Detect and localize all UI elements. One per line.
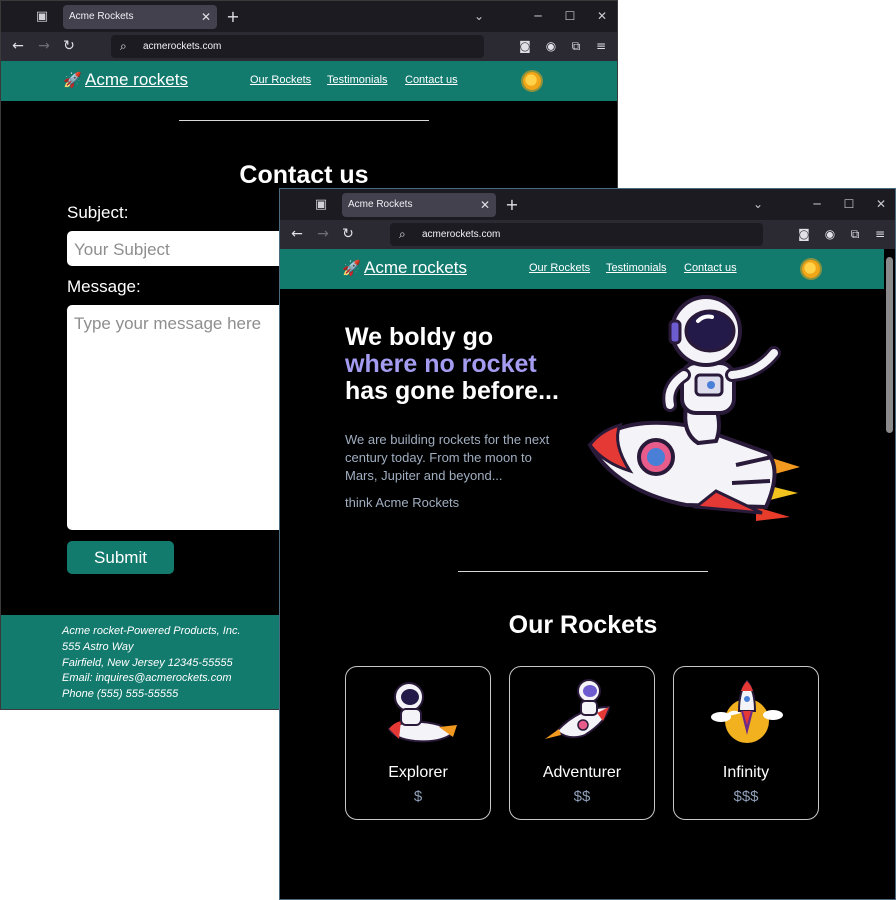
nav-link-our-rockets[interactable]: Our Rockets — [250, 74, 311, 86]
rocket-price: $$ — [573, 788, 591, 805]
close-tab-icon[interactable]: ✕ — [201, 5, 211, 29]
rocket-card-explorer[interactable]: Explorer $ — [345, 666, 491, 820]
footer-street: 555 Astro Way — [62, 641, 134, 653]
tab-overflow-chevron-icon[interactable]: ⌄ — [469, 1, 489, 32]
new-tab-icon[interactable]: + — [504, 193, 520, 217]
logo-text: Acme rockets — [364, 258, 467, 277]
nav-link-testimonials[interactable]: Testimonials — [327, 74, 388, 86]
site-logo-link[interactable]: 🚀 Acme rockets — [63, 70, 188, 90]
extensions-icon[interactable]: ⧉ — [846, 224, 864, 244]
maximize-icon[interactable]: ☐ — [839, 189, 859, 220]
tab-bar: ▣ Acme Rockets ✕ + ⌄ ─ ☐ ✕ — [280, 189, 895, 220]
astronaut-riding-rocket-icon — [387, 682, 457, 743]
nav-link-our-rockets[interactable]: Our Rockets — [529, 262, 590, 274]
menu-icon[interactable]: ≡ — [592, 36, 610, 56]
url-text: acmerockets.com — [143, 41, 222, 52]
url-text: acmerockets.com — [422, 229, 501, 240]
reload-icon[interactable]: ↻ — [338, 224, 358, 244]
browser-tab[interactable]: Acme Rockets ✕ — [342, 193, 496, 217]
tab-overflow-chevron-icon[interactable]: ⌄ — [748, 189, 768, 220]
rocket-name: Infinity — [722, 764, 770, 781]
logo-text: Acme rockets — [85, 70, 188, 89]
footer-company: Acme rocket-Powered Products, Inc. — [62, 625, 241, 637]
theme-toggle-sun-icon[interactable] — [523, 72, 541, 90]
hero-description-line-1: We are building rockets for the next — [345, 432, 550, 447]
browser-window-home: ▣ Acme Rockets ✕ + ⌄ ─ ☐ ✕ ← → ↻ ⌕ acmer… — [279, 188, 896, 900]
hero-heading-line-3: has gone before... — [345, 377, 559, 405]
site-header: 🚀 Acme rockets Our Rockets Testimonials C… — [1, 61, 617, 101]
close-window-icon[interactable]: ✕ — [592, 1, 612, 32]
reload-icon[interactable]: ↻ — [59, 36, 79, 56]
section-divider — [179, 120, 429, 121]
scrollbar-thumb[interactable] — [886, 257, 893, 433]
subject-placeholder: Your Subject — [74, 240, 170, 259]
back-arrow-icon[interactable]: ← — [8, 36, 28, 56]
hero-heading-line-2: where no rocket — [345, 350, 537, 378]
pocket-icon[interactable]: ◙ — [795, 224, 813, 244]
site-header: 🚀 Acme rockets Our Rockets Testimonials C… — [280, 249, 884, 289]
hero-heading-line-1: We boldy go — [345, 323, 494, 351]
rocket-card-adventurer[interactable]: Adventurer $$ — [509, 666, 655, 820]
rocket-launch-icon — [711, 679, 783, 743]
submit-button[interactable]: Submit — [67, 541, 174, 574]
astronaut-riding-rocket-illustration — [587, 295, 800, 521]
browser-tab[interactable]: Acme Rockets ✕ — [63, 5, 217, 29]
tab-title: Acme Rockets — [69, 11, 134, 22]
rocket-card-infinity[interactable]: Infinity $$$ — [673, 666, 819, 820]
tab-bar: ▣ Acme Rockets ✕ + ⌄ ─ ☐ ✕ — [1, 1, 617, 32]
nav-link-contact-us[interactable]: Contact us — [405, 74, 458, 86]
close-window-icon[interactable]: ✕ — [871, 189, 891, 220]
tab-title: Acme Rockets — [348, 199, 413, 210]
astronaut-flying-rocket-icon — [545, 679, 611, 739]
footer-phone: Phone (555) 555-55555 — [62, 688, 179, 700]
hero-description-line-3: Mars, Jupiter and beyond... — [345, 468, 503, 483]
footer-email: Email: inquires@acmerockets.com — [62, 672, 232, 684]
tab-list-icon[interactable]: ▣ — [310, 195, 332, 215]
rocket-price: $$$ — [733, 788, 759, 805]
minimize-icon[interactable]: ─ — [807, 189, 827, 220]
address-bar[interactable]: ⌕ acmerockets.com — [111, 35, 484, 58]
footer-city: Fairfield, New Jersey 12345-55555 — [62, 657, 233, 669]
new-tab-icon[interactable]: + — [225, 5, 241, 29]
nav-link-testimonials[interactable]: Testimonials — [606, 262, 667, 274]
tab-list-icon[interactable]: ▣ — [31, 7, 53, 27]
contact-title: Contact us — [239, 161, 369, 189]
hero-tagline: think Acme Rockets — [345, 495, 460, 510]
our-rockets-heading: Our Rockets — [508, 611, 658, 639]
page-scrollbar[interactable] — [884, 249, 895, 899]
rocket-icon: 🚀 — [342, 260, 361, 277]
rocket-name: Adventurer — [542, 764, 622, 781]
forward-arrow-icon[interactable]: → — [313, 224, 333, 244]
minimize-icon[interactable]: ─ — [528, 1, 548, 32]
site-logo-link[interactable]: 🚀 Acme rockets — [342, 258, 467, 278]
section-divider — [458, 571, 708, 572]
theme-toggle-sun-icon[interactable] — [802, 260, 820, 278]
rocket-price: $ — [413, 788, 423, 805]
search-icon: ⌕ — [399, 227, 406, 241]
navigation-toolbar: ← → ↻ ⌕ acmerockets.com ◙ ◉ ⧉ ≡ — [280, 220, 895, 249]
maximize-icon[interactable]: ☐ — [560, 1, 580, 32]
account-icon[interactable]: ◉ — [542, 36, 560, 56]
rocket-icon: 🚀 — [63, 72, 82, 89]
address-bar[interactable]: ⌕ acmerockets.com — [390, 223, 763, 246]
back-arrow-icon[interactable]: ← — [287, 224, 307, 244]
message-placeholder: Type your message here — [74, 314, 262, 333]
nav-link-contact-us[interactable]: Contact us — [684, 262, 737, 274]
pocket-icon[interactable]: ◙ — [516, 36, 534, 56]
hero-description-line-2: century today. From the moon to — [345, 450, 532, 465]
forward-arrow-icon[interactable]: → — [34, 36, 54, 56]
subject-label: Subject: — [67, 203, 129, 222]
close-tab-icon[interactable]: ✕ — [480, 193, 490, 217]
menu-icon[interactable]: ≡ — [871, 224, 889, 244]
navigation-toolbar: ← → ↻ ⌕ acmerockets.com ◙ ◉ ⧉ ≡ — [1, 32, 617, 61]
account-icon[interactable]: ◉ — [821, 224, 839, 244]
extensions-icon[interactable]: ⧉ — [567, 36, 585, 56]
message-label: Message: — [67, 277, 141, 296]
rocket-name: Explorer — [388, 764, 448, 781]
search-icon: ⌕ — [120, 39, 127, 53]
